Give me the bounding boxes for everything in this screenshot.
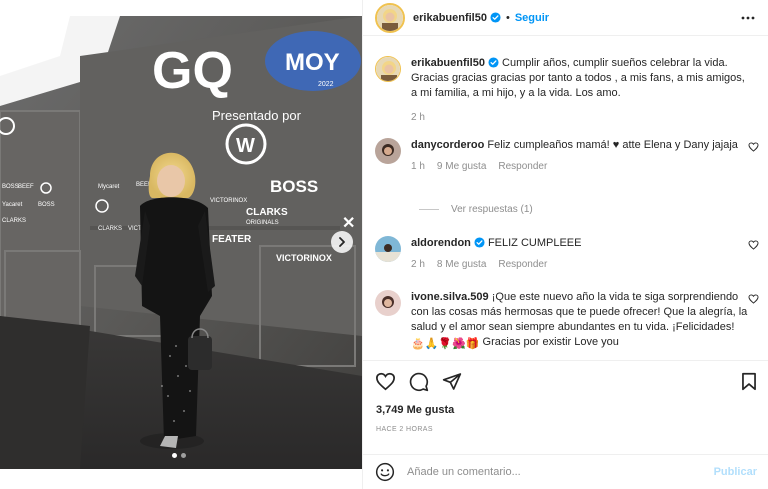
svg-text:CLARKS: CLARKS <box>98 226 122 232</box>
vw-logo: W <box>236 135 255 157</box>
comment-emojis: 🎂🙏🌹🌺🎁 <box>411 338 480 350</box>
comment-text: Feliz cumpleaños mamá! ♥ atte Elena y Da… <box>487 139 738 151</box>
follow-button[interactable]: Seguir <box>515 12 549 24</box>
comments-list[interactable]: erikabuenfil50 Cumplir años, cumplir sue… <box>363 46 768 359</box>
verified-badge-icon <box>490 12 501 23</box>
svg-text:Yacaret: Yacaret <box>2 202 23 208</box>
svg-text:BEEF: BEEF <box>18 184 34 190</box>
comment-username[interactable]: ivone.silva.509 <box>411 291 489 303</box>
post-photo: GQ MOY 2022 Presentado por W BOSS CLARKS… <box>0 16 362 469</box>
author-avatar[interactable] <box>375 2 405 33</box>
carousel-dot <box>172 453 177 458</box>
like-comment-heart-icon[interactable] <box>748 142 759 152</box>
avatar-image <box>376 57 400 81</box>
verified-badge-icon <box>488 57 499 68</box>
post-caption: erikabuenfil50 Cumplir años, cumplir sue… <box>375 56 767 125</box>
comment-composer: Publicar <box>363 454 768 489</box>
comment-time: 2 h <box>411 259 425 270</box>
gq-logo: GQ <box>152 42 233 100</box>
caption-time: 2 h <box>411 112 425 123</box>
comment-time: 1 h <box>411 161 425 172</box>
year-label: 2022 <box>318 81 334 88</box>
presented-by-label: Presentado por <box>212 108 302 123</box>
avatar-image <box>375 138 401 164</box>
feater-logo: FEATER <box>212 234 252 245</box>
post-actions <box>363 360 768 400</box>
author-avatar[interactable] <box>375 56 401 82</box>
emoji-picker-icon[interactable] <box>375 462 395 482</box>
media-bottom-border <box>0 469 362 489</box>
svg-text:BOSS: BOSS <box>38 202 55 208</box>
comment-username[interactable]: aldorendon <box>411 237 471 249</box>
clarks-sub: ORIGINALS <box>246 220 279 226</box>
comment-text-end: Gracias por existir <box>482 336 572 348</box>
comment-bubble-icon[interactable] <box>409 372 429 392</box>
view-replies-label: Ver respuestas (1) <box>451 204 533 215</box>
comment-item: ivone.silva.509 ¡Que este nuevo año la v… <box>375 290 767 352</box>
like-comment-heart-icon[interactable] <box>748 294 759 304</box>
post-sidebar: erikabuenfil50 • Seguir erikabuenfil50 C… <box>362 0 768 489</box>
comment-item: danycorderoo Feliz cumpleaños mamá! ♥ at… <box>375 138 767 174</box>
victorinox-logo: VICTORINOX <box>276 253 332 263</box>
commenter-avatar[interactable] <box>375 138 401 164</box>
chevron-right-icon <box>339 237 345 247</box>
svg-text:✕: ✕ <box>342 215 355 232</box>
moty-logo: MOY <box>285 49 340 76</box>
clarks-logo: CLARKS <box>246 207 288 218</box>
comment-username[interactable]: danycorderoo <box>411 139 484 151</box>
author-username[interactable]: erikabuenfil50 <box>413 12 487 24</box>
comment-input[interactable] <box>407 466 687 478</box>
carousel-dot <box>181 453 186 458</box>
more-options-icon[interactable] <box>741 11 755 25</box>
commenter-avatar[interactable] <box>375 236 401 262</box>
reply-button[interactable]: Responder <box>498 257 547 272</box>
svg-text:VICTORINOX: VICTORINOX <box>210 198 247 204</box>
avatar-image <box>377 4 403 31</box>
carousel-indicator <box>172 453 186 458</box>
post-likes-count[interactable]: 3,749 Me gusta <box>376 404 454 416</box>
svg-text:BOSS: BOSS <box>2 184 19 190</box>
comment-text: FELIZ CUMPLEEE <box>487 237 582 249</box>
avatar-image <box>375 290 401 316</box>
commenter-avatar[interactable] <box>375 290 401 316</box>
boss-logo: BOSS <box>270 177 318 196</box>
svg-text:Mycaret: Mycaret <box>98 184 120 190</box>
post-media: GQ MOY 2022 Presentado por W BOSS CLARKS… <box>0 0 362 489</box>
publish-button[interactable]: Publicar <box>714 466 757 478</box>
reply-button[interactable]: Responder <box>498 159 547 174</box>
comment-likes[interactable]: 9 Me gusta <box>437 159 486 174</box>
like-comment-heart-icon[interactable] <box>748 240 759 250</box>
svg-text:CLARKS: CLARKS <box>2 218 26 224</box>
share-send-icon[interactable] <box>442 372 462 391</box>
media-top-border <box>0 0 362 16</box>
comment-item: aldorendon FELIZ CUMPLEEE 2 h 8 Me gusta… <box>375 236 767 272</box>
caption-username[interactable]: erikabuenfil50 <box>411 57 485 69</box>
save-bookmark-icon[interactable] <box>741 372 757 391</box>
carousel-next-button[interactable] <box>331 231 353 253</box>
replies-divider <box>419 209 439 210</box>
like-heart-icon[interactable] <box>375 372 396 391</box>
avatar-image <box>375 236 401 262</box>
comment-likes[interactable]: 8 Me gusta <box>437 257 486 272</box>
header-separator: • <box>505 11 510 24</box>
post-timestamp: HACE 2 HORAS <box>376 426 433 433</box>
comment-text-tail: Love you <box>574 336 619 348</box>
verified-badge-icon <box>474 237 485 248</box>
view-replies-button[interactable]: Ver respuestas (1) <box>419 204 533 215</box>
post-header: erikabuenfil50 • Seguir <box>363 0 768 36</box>
